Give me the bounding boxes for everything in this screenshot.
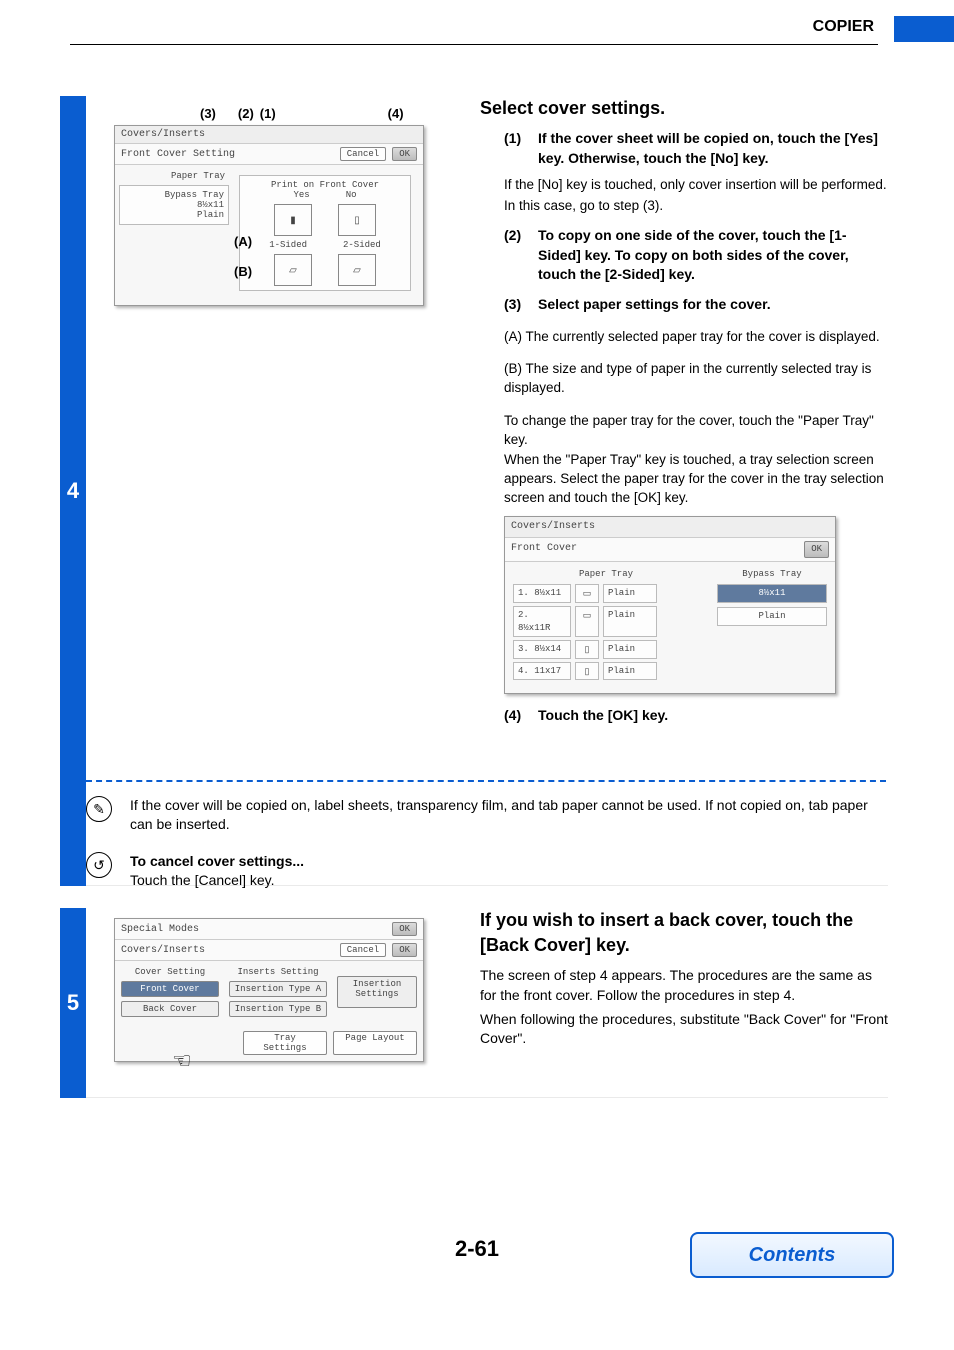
ui2-tray-row-4[interactable]: 4. 11x17 ▯ Plain (513, 662, 699, 681)
step-number-4: 4 (60, 96, 86, 886)
figure-front-cover-setting: (3) (2) (1) (4) Covers/Inserts Front Cov… (114, 106, 434, 306)
ui1-2sided-button[interactable]: ▱ (338, 254, 376, 286)
pencil-icon: ✎ (86, 796, 112, 822)
ui2-col1-title: Paper Tray (513, 568, 699, 581)
ui1-paper-tray-label: Paper Tray (119, 171, 229, 181)
contents-button[interactable]: Contents (690, 1232, 894, 1278)
ui2-tray-row-2[interactable]: 2. 8½x11R ▭ Plain (513, 606, 699, 637)
dashed-separator (86, 780, 886, 782)
ui1-subtitle: Front Cover Setting (121, 149, 235, 160)
ui3-front-cover-button[interactable]: Front Cover (121, 981, 219, 997)
ui1-2sided-label: 2-Sided (343, 240, 381, 250)
step4-item3-num: (3) (504, 295, 532, 315)
header-rule (70, 44, 878, 45)
callout-1: (1) (260, 106, 276, 121)
note-2-bold: To cancel cover settings... (130, 852, 886, 871)
ui1-print-title: Print on Front Cover (244, 180, 406, 190)
ui1-size-label: 8½x11 (124, 200, 224, 210)
ui2-tray-row-1[interactable]: 1. 8½x11 ▭ Plain (513, 584, 699, 603)
pointer-hand-icon: ☜ (172, 1048, 192, 1074)
ui2-r3-type: Plain (603, 640, 657, 659)
step5-p1: The screen of step 4 appears. The proced… (480, 966, 888, 1005)
ui2-r2-type: Plain (603, 606, 657, 637)
paper-icon: ▭ (575, 606, 599, 637)
ui2-subtitle: Front Cover (511, 542, 577, 556)
ui1-1sided-button[interactable]: ▱ (274, 254, 312, 286)
ui2-r2-name: 2. 8½x11R (513, 606, 571, 637)
figure-covers-inserts-menu: Special Modes OK Covers/Inserts Cancel O… (114, 918, 434, 1062)
step4-heading: Select cover settings. (480, 96, 888, 121)
ui2-bypass-size[interactable]: 8½x11 (717, 584, 827, 603)
step4-item1-p2: In this case, go to step (3). (504, 197, 888, 216)
step4-item2-text: To copy on one side of the cover, touch … (538, 226, 888, 285)
step4-item3-a: (A) The currently selected paper tray fo… (504, 328, 888, 347)
paper-icon: ▯ (575, 662, 599, 681)
callout-3: (3) (200, 106, 216, 121)
ui3-insertion-a-button[interactable]: Insertion Type A (229, 981, 327, 997)
ui3-page-layout-button[interactable]: Page Layout (333, 1031, 417, 1055)
step4-item1-p1: If the [No] key is touched, only cover i… (504, 176, 888, 195)
ui3-back-cover-button[interactable]: Back Cover (121, 1001, 219, 1017)
page-header-title: COPIER (813, 18, 874, 36)
ui3-title: Covers/Inserts (121, 945, 205, 956)
ui2-r1-name: 1. 8½x11 (513, 584, 571, 603)
ui3-ok-top-button[interactable]: OK (392, 922, 417, 936)
step4-item3-text: Select paper settings for the cover. (538, 295, 771, 315)
paper-icon: ▭ (575, 584, 599, 603)
ui2-bypass-type[interactable]: Plain (717, 607, 827, 626)
step4-item3-p2: When the "Paper Tray" key is touched, a … (504, 451, 888, 508)
step5-heading: If you wish to insert a back cover, touc… (480, 908, 888, 958)
step4-item2-num: (2) (504, 226, 532, 285)
ui1-ok-button[interactable]: OK (392, 147, 417, 161)
paper-icon: ▯ (575, 640, 599, 659)
ui3-tray-settings-button[interactable]: Tray Settings (243, 1031, 327, 1055)
callout-2: (2) (238, 106, 254, 121)
ui2-r4-type: Plain (603, 662, 657, 681)
figure-tray-selection: Covers/Inserts Front Cover OK Paper Tray… (504, 516, 834, 694)
step-number-5: 5 (60, 908, 86, 1098)
ui3-cover-setting-hdr: Cover Setting (121, 967, 219, 977)
step4-item3-b: (B) The size and type of paper in the cu… (504, 360, 888, 398)
step4-item4-num: (4) (504, 706, 532, 726)
step4-item4-text: Touch the [OK] key. (538, 706, 668, 726)
callout-B: (B) (234, 264, 252, 279)
callout-4: (4) (388, 106, 404, 121)
ui3-insertion-settings-button[interactable]: Insertion Settings (337, 976, 417, 1008)
ui1-bypass-label: Bypass Tray (124, 190, 224, 200)
ui2-ok-button[interactable]: OK (804, 541, 829, 558)
ui3-insertion-b-button[interactable]: Insertion Type B (229, 1001, 327, 1017)
ui2-r4-name: 4. 11x17 (513, 662, 571, 681)
note-1-text: If the cover will be copied on, label sh… (130, 796, 886, 834)
ui1-yes-button[interactable]: ▮ (274, 204, 312, 236)
step4-item3-p1: To change the paper tray for the cover, … (504, 412, 888, 450)
step4-item1-num: (1) (504, 129, 532, 168)
ui1-no-button[interactable]: ▯ (338, 204, 376, 236)
ui1-title: Covers/Inserts (115, 126, 423, 144)
step5-p2: When following the procedures, substitut… (480, 1010, 888, 1049)
ui2-r3-name: 3. 8½x14 (513, 640, 571, 659)
ui2-tray-row-3[interactable]: 3. 8½x14 ▯ Plain (513, 640, 699, 659)
ui3-special-modes: Special Modes (121, 924, 199, 935)
header-blue-strip (894, 16, 954, 42)
ui1-no-label: No (346, 190, 357, 200)
ui1-plain-label: Plain (124, 210, 224, 220)
ui3-inserts-setting-hdr: Inserts Setting (229, 967, 327, 977)
ui1-yes-label: Yes (293, 190, 309, 200)
ui3-ok-button[interactable]: OK (392, 943, 417, 957)
note-2-text: Touch the [Cancel] key. (130, 871, 886, 890)
ui1-paper-tray-button[interactable]: Bypass Tray 8½x11 Plain (119, 185, 229, 225)
ui1-cancel-button[interactable]: Cancel (340, 147, 386, 161)
ui1-1sided-label: 1-Sided (269, 240, 307, 250)
undo-icon: ↺ (86, 852, 112, 878)
ui2-title: Covers/Inserts (505, 517, 835, 538)
step4-item1-text: If the cover sheet will be copied on, to… (538, 129, 888, 168)
ui2-col2-title: Bypass Tray (717, 568, 827, 581)
callout-A: (A) (234, 234, 252, 249)
ui3-cancel-button[interactable]: Cancel (340, 943, 386, 957)
ui2-r1-type: Plain (603, 584, 657, 603)
